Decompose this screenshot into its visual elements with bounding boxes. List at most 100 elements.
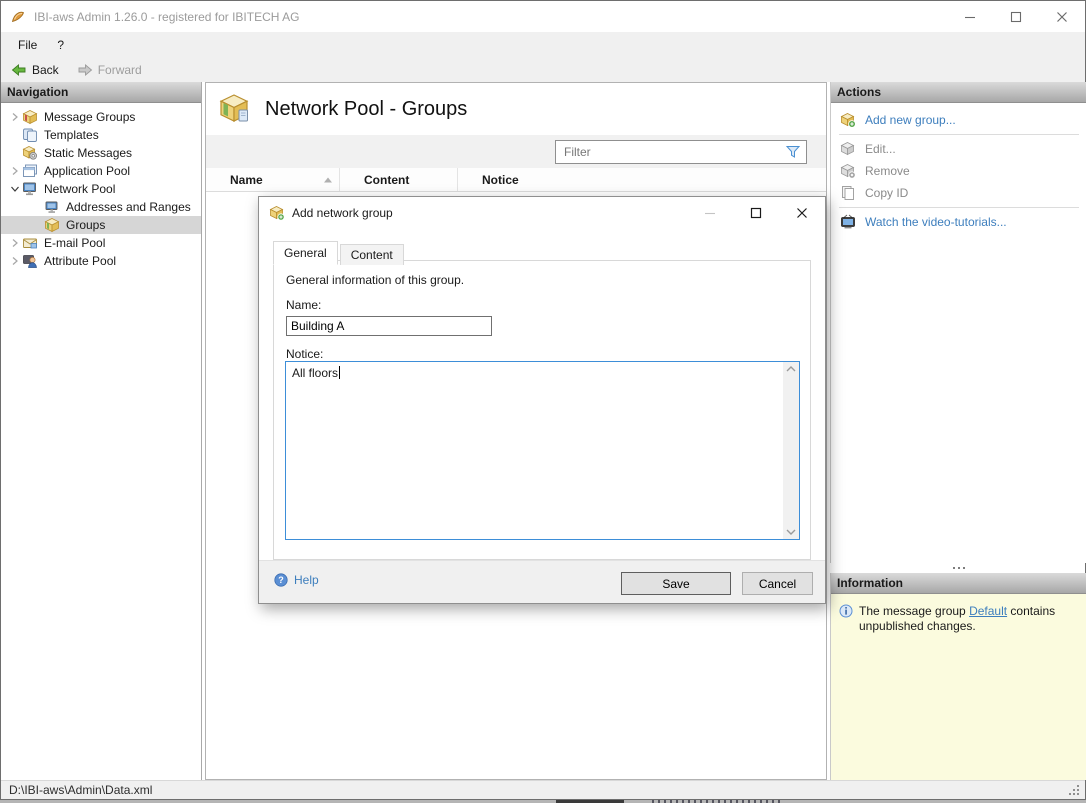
dialog-minimize-button xyxy=(687,197,733,228)
chevron-down-icon[interactable] xyxy=(8,184,22,194)
add-new-group-label: Add new group... xyxy=(865,113,956,127)
forward-label: Forward xyxy=(97,62,142,77)
copy-id-label: Copy ID xyxy=(865,186,909,200)
chevron-right-icon[interactable] xyxy=(8,112,22,122)
filter-funnel-icon[interactable] xyxy=(785,144,801,160)
network-pool-icon xyxy=(23,182,36,196)
chevron-right-icon[interactable] xyxy=(8,256,22,266)
add-group-icon xyxy=(840,113,856,128)
edit-action: Edit... xyxy=(831,138,1086,160)
menu-help[interactable]: ? xyxy=(47,34,74,56)
filter-box xyxy=(555,139,807,164)
maximize-button[interactable] xyxy=(993,1,1039,32)
sidebar-item-label: Static Messages xyxy=(44,146,133,160)
default-group-link[interactable]: Default xyxy=(969,604,1007,618)
help-label: Help xyxy=(294,573,319,587)
email-pool-icon xyxy=(23,238,37,249)
edit-label: Edit... xyxy=(865,142,896,156)
actions-header: Actions xyxy=(831,82,1086,103)
sidebar-item-label: Templates xyxy=(44,128,99,142)
back-label: Back xyxy=(32,62,59,77)
close-button[interactable] xyxy=(1039,1,1085,32)
actions-panel: Actions Add new group... Edit... Remove … xyxy=(830,82,1086,563)
back-button[interactable]: Back xyxy=(6,60,64,80)
filter-input[interactable] xyxy=(556,140,785,163)
sidebar-item-label: Network Pool xyxy=(44,182,116,196)
menu-file[interactable]: File xyxy=(8,34,47,56)
chevron-right-icon[interactable] xyxy=(8,238,22,248)
menubar: File ? xyxy=(1,32,1085,57)
navigation-header: Navigation xyxy=(1,82,201,103)
sidebar-item-attribute-pool[interactable]: Attribute Pool xyxy=(1,252,201,270)
name-field[interactable] xyxy=(286,316,492,336)
copy-id-action: Copy ID xyxy=(831,182,1086,204)
separator xyxy=(839,134,1079,135)
notice-scrollbar[interactable] xyxy=(783,362,799,539)
sidebar-item-application-pool[interactable]: Application Pool xyxy=(1,162,201,180)
forward-arrow-icon xyxy=(78,63,92,76)
page-title: Network Pool - Groups xyxy=(265,97,468,120)
statusbar: D:\IBI-aws\Admin\Data.xml xyxy=(1,780,1085,799)
remove-action: Remove xyxy=(831,160,1086,182)
notice-field[interactable]: All floors xyxy=(285,361,800,540)
sidebar-item-label: Groups xyxy=(66,218,106,232)
maximize-icon xyxy=(750,207,762,218)
sidebar-item-static-messages[interactable]: Static Messages xyxy=(1,144,201,162)
dialog-icon xyxy=(269,205,285,221)
app-logo-icon xyxy=(11,11,24,22)
scroll-down-icon[interactable] xyxy=(785,528,797,536)
scroll-up-icon[interactable] xyxy=(785,365,797,373)
sidebar-item-label: Application Pool xyxy=(44,164,131,178)
dialog-footer: ? Help Save Cancel xyxy=(259,560,825,603)
back-arrow-icon xyxy=(11,63,26,76)
sidebar-item-email-pool[interactable]: E-mail Pool xyxy=(1,234,201,252)
network-pool-groups-icon xyxy=(219,94,249,122)
notice-label: Notice: xyxy=(286,347,324,361)
column-header-content[interactable]: Content xyxy=(340,168,458,191)
sidebar-item-templates[interactable]: Templates xyxy=(1,126,201,144)
save-button[interactable]: Save xyxy=(621,572,731,595)
sort-ascending-icon xyxy=(324,177,332,182)
column-header-name[interactable]: Name xyxy=(206,168,340,191)
dialog-maximize-button[interactable] xyxy=(733,197,779,228)
add-network-group-dialog: Add network group General Content Genera… xyxy=(258,196,826,604)
minimize-icon xyxy=(965,16,975,18)
watch-tutorials-label: Watch the video-tutorials... xyxy=(865,215,1007,229)
close-icon xyxy=(1057,11,1067,22)
remove-icon xyxy=(840,164,856,179)
tab-content[interactable]: Content xyxy=(339,244,404,265)
dialog-close-button[interactable] xyxy=(779,197,825,228)
sidebar-item-label: E-mail Pool xyxy=(44,236,106,250)
sidebar-item-label: Attribute Pool xyxy=(44,254,117,268)
static-messages-icon xyxy=(22,146,37,160)
panel-splitter[interactable] xyxy=(830,563,1086,573)
column-header-notice[interactable]: Notice xyxy=(458,168,826,191)
chevron-right-icon[interactable] xyxy=(8,166,22,176)
sidebar-item-addresses-and-ranges[interactable]: Addresses and Ranges xyxy=(1,198,201,216)
info-icon xyxy=(839,604,853,618)
sidebar-item-label: Addresses and Ranges xyxy=(66,200,191,214)
tab-general[interactable]: General xyxy=(273,241,338,265)
main-header: Network Pool - Groups xyxy=(206,83,826,135)
sidebar-item-label: Message Groups xyxy=(44,110,136,124)
addresses-ranges-icon xyxy=(45,201,58,213)
sidebar-item-network-pool[interactable]: Network Pool xyxy=(1,180,201,198)
table-header: Name Content Notice xyxy=(206,168,826,192)
copy-icon xyxy=(842,186,854,200)
add-new-group-action[interactable]: Add new group... xyxy=(831,109,1086,131)
general-tab-panel: General information of this group. Name:… xyxy=(273,260,811,560)
resize-grip-icon[interactable] xyxy=(1069,784,1080,796)
sidebar-item-message-groups[interactable]: Message Groups xyxy=(1,108,201,126)
cancel-button[interactable]: Cancel xyxy=(742,572,813,595)
titlebar: IBI-aws Admin 1.26.0 - registered for IB… xyxy=(1,1,1085,32)
help-icon: ? xyxy=(274,573,288,587)
dialog-description: General information of this group. xyxy=(286,273,465,287)
help-link[interactable]: ? Help xyxy=(274,573,319,587)
information-panel: Information The message group Default co… xyxy=(830,573,1086,780)
notice-value: All floors xyxy=(292,366,339,380)
watch-tutorials-action[interactable]: Watch the video-tutorials... xyxy=(831,211,1086,233)
sidebar-item-groups[interactable]: Groups xyxy=(1,216,201,234)
minimize-button[interactable] xyxy=(947,1,993,32)
toolbar: Back Forward xyxy=(1,57,1085,82)
attribute-pool-icon xyxy=(23,255,37,268)
